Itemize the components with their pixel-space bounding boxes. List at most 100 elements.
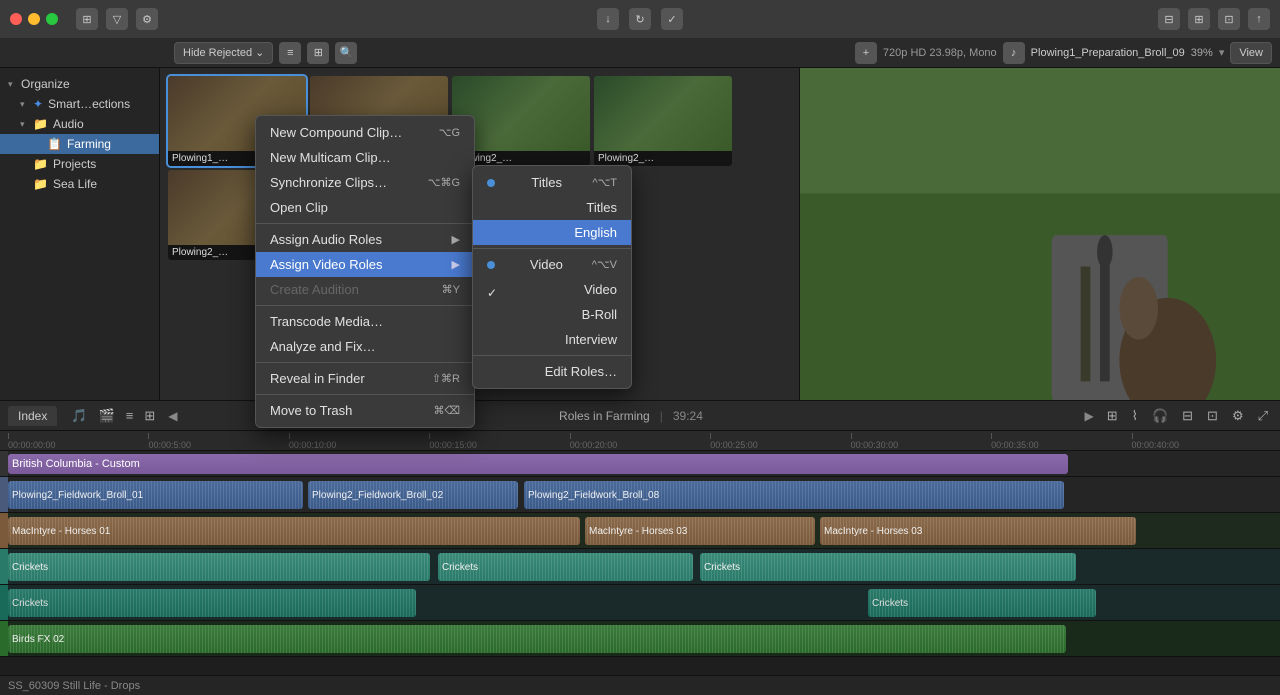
view-btn[interactable]: View [1230,42,1272,64]
minimize-button[interactable] [28,13,40,25]
ruler-mark: 00:00:10:00 [289,433,429,450]
timeline-separator: | [660,409,663,423]
menu-item-open-clip[interactable]: Open Clip [256,195,474,220]
timeline-clip-crickets2[interactable]: Crickets [438,553,693,581]
sidebar-item-farming[interactable]: 📋 Farming [0,134,159,154]
sync-icon[interactable]: ↓ [597,8,619,30]
folder-icon: 📁 [33,117,48,131]
submenu-item-broll[interactable]: B-Roll [473,302,631,327]
audio-icon[interactable]: 🎵 [67,406,91,426]
menu-item-reveal-finder[interactable]: Reveal in Finder ⇧⌘R [256,366,474,391]
submenu-item-label: Video [584,282,617,297]
task-icon[interactable]: ↻ [629,8,651,30]
submenu-item-titles-dot[interactable]: Titles ^⌥T [473,170,631,195]
timeline-clip-crickets1[interactable]: Crickets [8,553,430,581]
clip-label: Plowing2_… [594,151,732,166]
sidebar-item-label: Projects [53,157,96,171]
track-header-audio3 [0,585,8,620]
menu-item-synchronize[interactable]: Synchronize Clips… ⌥⌘G [256,170,474,195]
submenu-arrow-icon: ▶ [452,258,460,271]
grid-icon[interactable]: ⊞ [1188,8,1210,30]
timeline-clip-crickets4[interactable]: Crickets [8,589,416,617]
hide-rejected-btn[interactable]: Hide Rejected ⌄ [174,42,273,64]
timeline-clip-crickets5[interactable]: Crickets [868,589,1096,617]
library-icon[interactable]: ⊞ [76,8,98,30]
audio-channels-icon[interactable]: ⊟ [1178,406,1197,426]
menu-item-assign-audio-roles[interactable]: Assign Audio Roles ▶ [256,227,474,252]
timeline-clip-video1[interactable]: Plowing2_Fieldwork_Broll_01 [8,481,303,509]
menu-item-new-multicam[interactable]: New Multicam Clip… [256,145,474,170]
timeline-settings-icon[interactable]: ⚙ [1228,406,1248,426]
nav-forward-icon[interactable]: ▶ [1081,408,1096,424]
grid-view-icon[interactable]: ⊞ [307,42,329,64]
submenu-item-english[interactable]: English [473,220,631,245]
check-icon[interactable]: ✓ [661,8,683,30]
list-view-icon[interactable]: ≡ [279,42,301,64]
sidebar-item-organize[interactable]: ▾ Organize [0,74,159,94]
menu-item-analyze[interactable]: Analyze and Fix… [256,334,474,359]
clip-audio-icon2[interactable]: ⊡ [1203,406,1222,426]
close-button[interactable] [10,13,22,25]
columns-icon[interactable]: ⊞ [140,406,159,426]
clip-name-label: Plowing1_Preparation_Broll_09 [1031,47,1185,59]
fullscreen-timeline-icon[interactable]: ⤢ [1254,406,1272,426]
submenu-separator [473,355,631,356]
timeline-clip-crickets3[interactable]: Crickets [700,553,1076,581]
sidebar-item-sea-life[interactable]: 📁 Sea Life [0,174,159,194]
nav-back-icon[interactable]: ◀ [165,408,180,424]
export-icon[interactable]: ↑ [1248,8,1270,30]
layout-icon[interactable]: ≡ [122,406,138,425]
timeline-clip-video3[interactable]: Plowing2_Fieldwork_Broll_08 [524,481,1064,509]
menu-item-transcode[interactable]: Transcode Media… [256,309,474,334]
resolution-label: 720p HD 23.98p, Mono [883,47,997,59]
menu-item-assign-video-roles[interactable]: Assign Video Roles ▶ [256,252,474,277]
track-header [0,451,8,476]
track-row: British Columbia - Custom [0,451,1280,477]
timeline-clip-audio1c[interactable]: MacIntyre - Horses 03 [820,517,1136,545]
sidebar-item-smart-collections[interactable]: ▾ ✦ Smart…ections [0,94,159,114]
submenu-item-video-check[interactable]: ✓ Video [473,277,631,302]
submenu-item-edit-roles[interactable]: Edit Roles… [473,359,631,384]
timeline-clip-audio1b[interactable]: MacIntyre - Horses 03 [585,517,815,545]
headphone-icon[interactable]: 🎧 [1148,406,1172,426]
panel-icon[interactable]: ⊡ [1218,8,1240,30]
menu-item-new-compound[interactable]: New Compound Clip… ⌥G [256,120,474,145]
sidebar-item-projects[interactable]: 📁 Projects [0,154,159,174]
menu-item-create-audition: Create Audition ⌘Y [256,277,474,302]
menu-item-move-trash[interactable]: Move to Trash ⌘⌫ [256,398,474,423]
submenu-item-video-dot[interactable]: Video ^⌥V [473,252,631,277]
track-content-audio4: Birds FX 02 [8,621,1280,656]
clip-audio-icon[interactable]: ♪ [1003,42,1025,64]
submenu-item-titles[interactable]: Titles [473,195,631,220]
submenu-item-interview[interactable]: Interview [473,327,631,352]
dot-icon [487,179,495,187]
waveform-icon[interactable]: ⌇ [1128,406,1142,426]
fullscreen-button[interactable] [46,13,58,25]
timeline-clip-audio1a[interactable]: MacIntyre - Horses 01 [8,517,580,545]
status-text: SS_60309 Still Life - Drops [8,680,140,692]
settings-icon[interactable]: ⚙ [136,8,158,30]
track-content-audio1: MacIntyre - Horses 01 MacIntyre - Horses… [8,513,1280,548]
submenu-assign-video-roles: Titles ^⌥T Titles English Video ^⌥V ✓ Vi… [472,165,632,389]
ruler-mark: 00:00:00:00 [8,433,148,450]
zoom-down-icon[interactable]: ▾ [1219,46,1225,59]
submenu-item-label: English [574,225,617,240]
track-header-audio1 [0,513,8,548]
clip-thumbnail[interactable]: Plowing2_… [594,76,732,166]
triangle-icon: ▾ [8,79,16,90]
import-icon[interactable]: ▽ [106,8,128,30]
window-layout-icon[interactable]: ⊟ [1158,8,1180,30]
timeline-clip[interactable]: British Columbia - Custom [8,454,1068,474]
sidebar-item-label: Smart…ections [48,97,130,111]
timeline-clip-video2[interactable]: Plowing2_Fieldwork_Broll_02 [308,481,518,509]
zoom-icon[interactable]: ⊞ [1103,406,1122,426]
menu-item-label: Assign Audio Roles [270,232,382,247]
search-icon[interactable]: 🔍 [335,42,357,64]
index-tab[interactable]: Index [8,406,57,426]
submenu-item-label: Titles [586,200,617,215]
timeline-clip-birds[interactable]: Birds FX 02 [8,625,1066,653]
ruler-mark: 00:00:20:00 [570,433,710,450]
sidebar-item-audio[interactable]: ▾ 📁 Audio [0,114,159,134]
video-icon[interactable]: 🎬 [95,406,119,426]
add-clip-icon[interactable]: + [855,42,877,64]
